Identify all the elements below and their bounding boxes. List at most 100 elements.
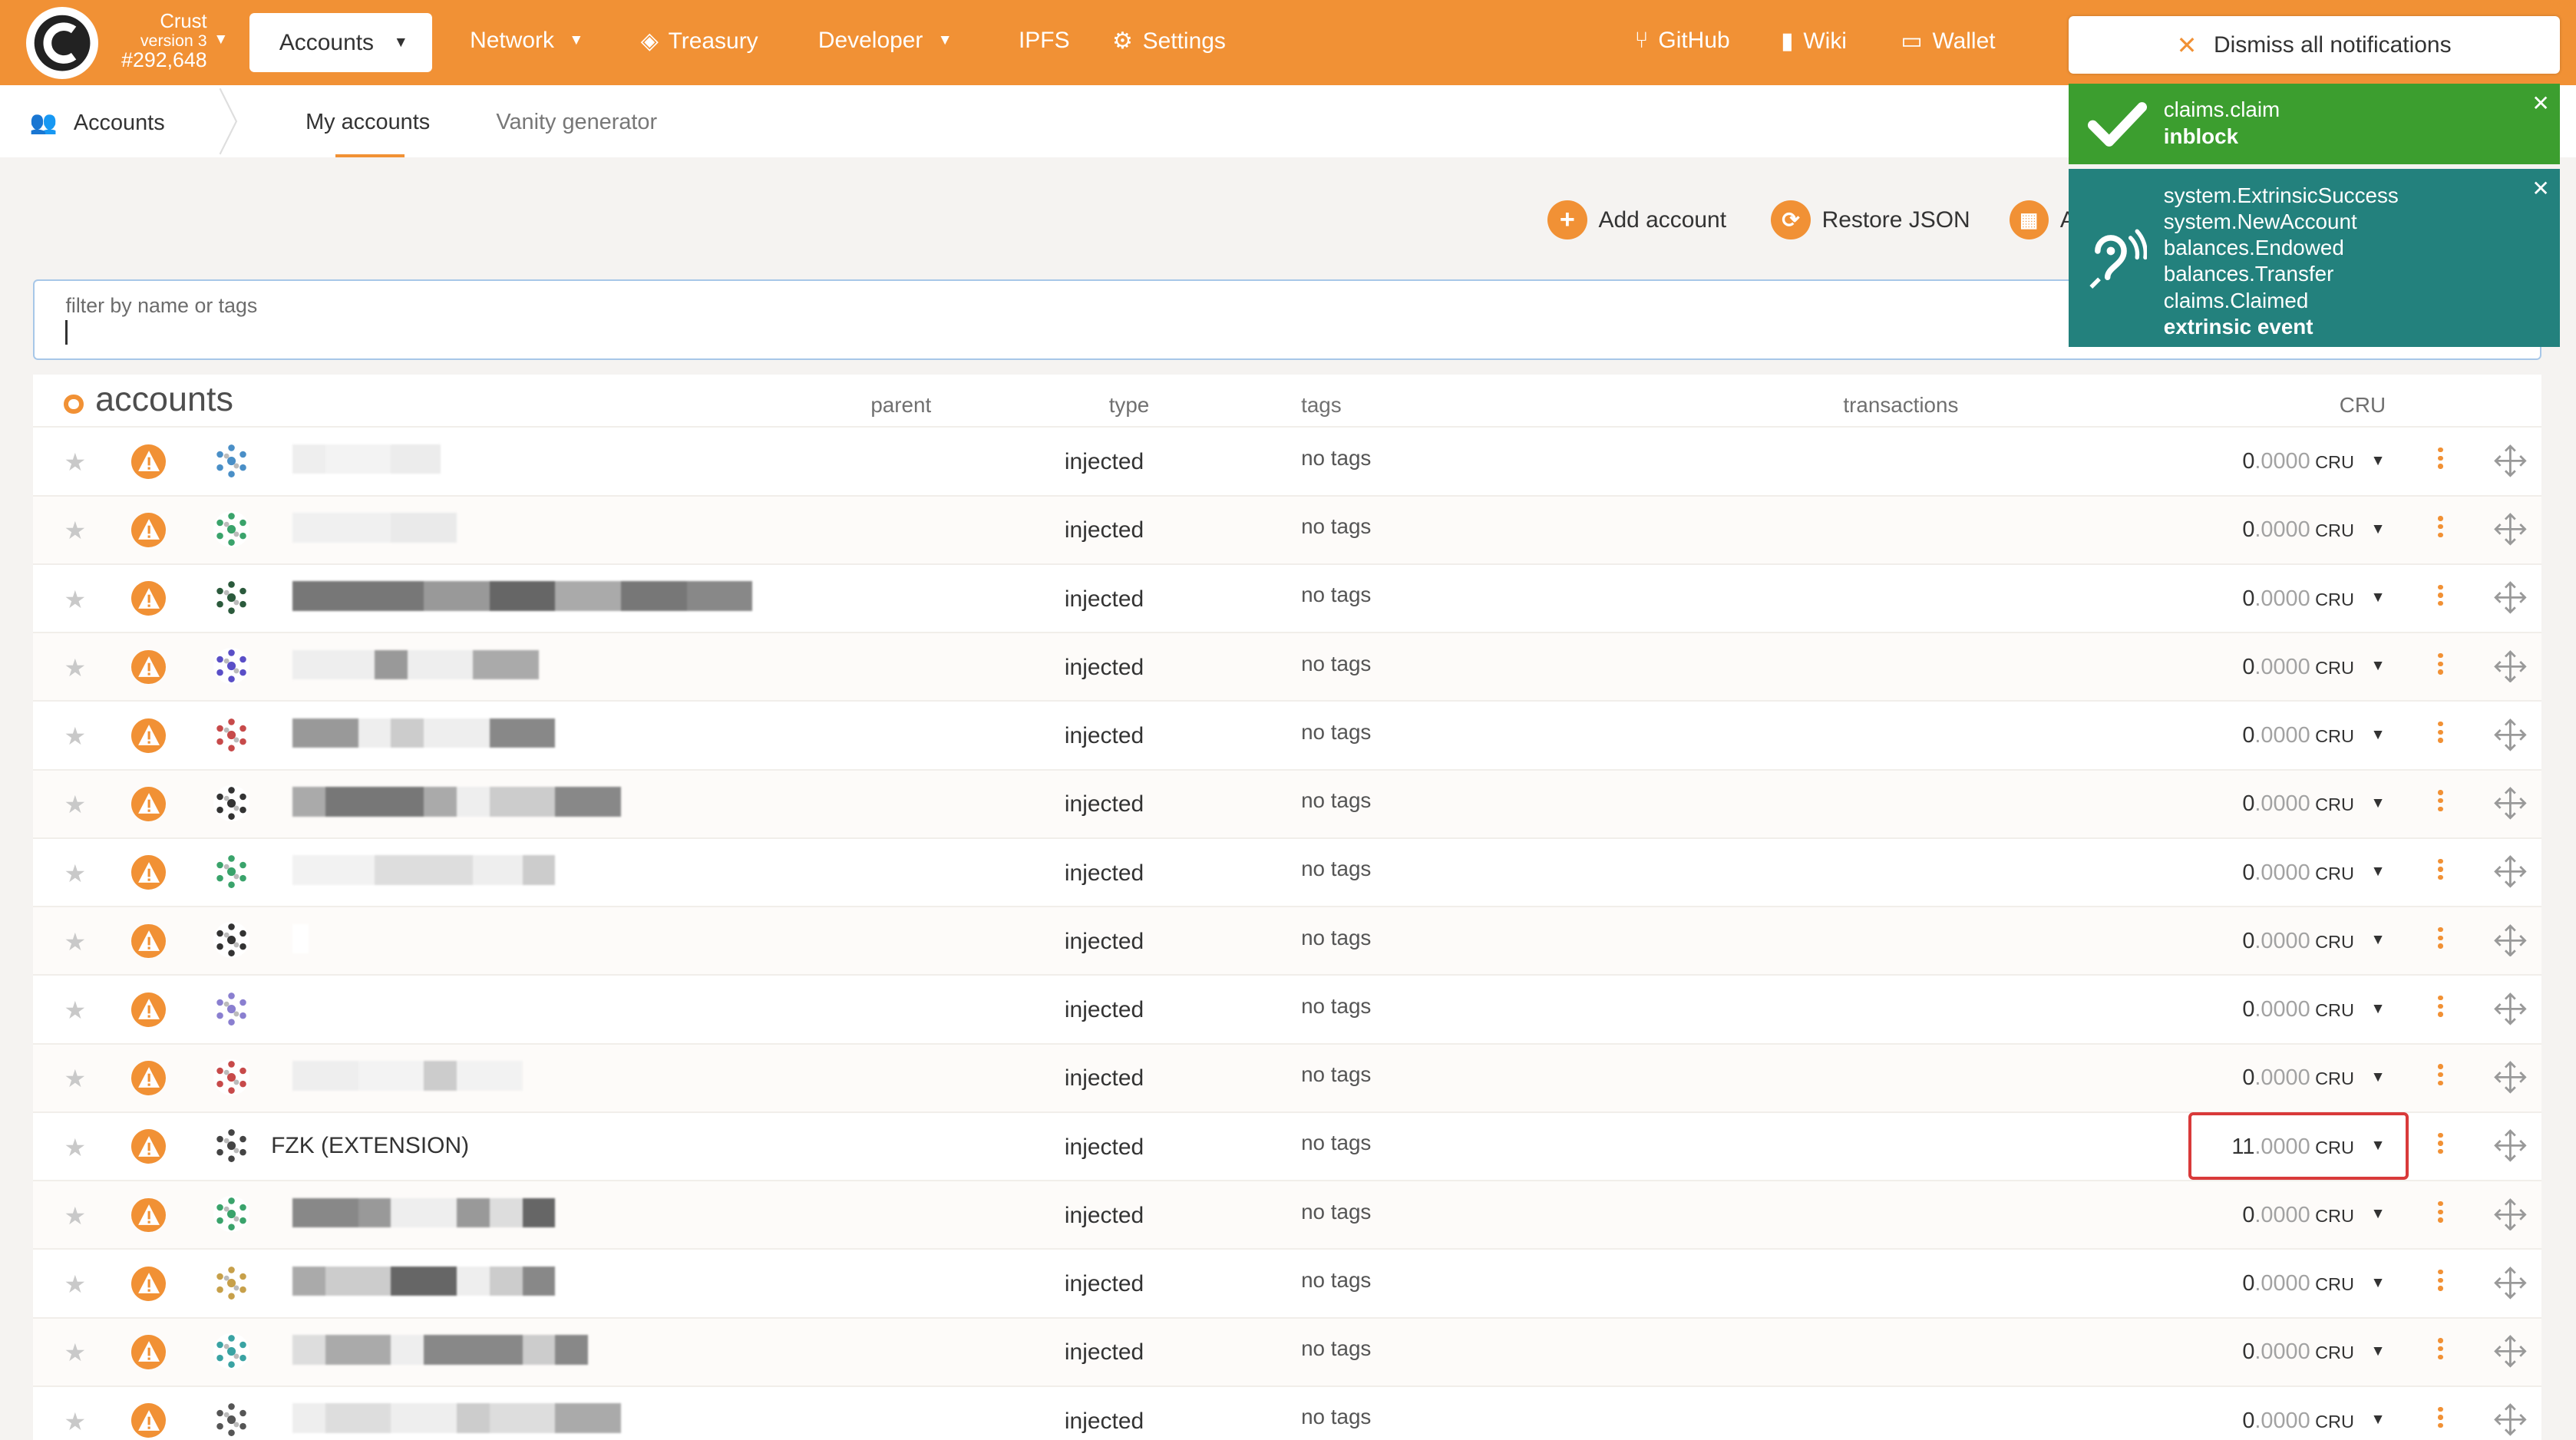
identicon[interactable] xyxy=(213,1128,250,1164)
account-tags[interactable]: no tags xyxy=(1301,514,1371,539)
move-icon[interactable] xyxy=(2494,1266,2527,1300)
account-tags[interactable]: no tags xyxy=(1301,652,1371,676)
move-icon[interactable] xyxy=(2494,581,2527,614)
account-tags[interactable]: no tags xyxy=(1301,1268,1371,1293)
chevron-down-icon[interactable]: ▼ xyxy=(2370,1412,2385,1428)
account-balance[interactable]: 0.0000 CRU xyxy=(2242,997,2354,1022)
move-icon[interactable] xyxy=(2494,649,2527,683)
chevron-down-icon[interactable]: ▼ xyxy=(2370,795,2385,812)
account-tags[interactable]: no tags xyxy=(1301,788,1371,813)
star-icon[interactable]: ★ xyxy=(64,1338,86,1367)
nav-wiki[interactable]: ▮ Wiki xyxy=(1781,28,1847,54)
more-options-icon[interactable] xyxy=(2438,722,2445,746)
star-icon[interactable]: ★ xyxy=(64,1064,86,1093)
chevron-down-icon[interactable]: ▼ xyxy=(2370,1001,2385,1018)
star-icon[interactable]: ★ xyxy=(64,1201,86,1230)
close-icon[interactable]: ✕ xyxy=(2531,91,2549,117)
nav-accounts[interactable]: Accounts ▼ xyxy=(249,13,432,73)
account-balance[interactable]: 0.0000 CRU xyxy=(2242,791,2354,817)
add-account-button[interactable]: + Add account xyxy=(1547,199,1726,242)
breadcrumb[interactable]: 👥 Accounts xyxy=(30,110,165,136)
account-balance[interactable]: 0.0000 CRU xyxy=(2242,655,2354,680)
more-options-icon[interactable] xyxy=(2438,790,2445,814)
chevron-down-icon[interactable]: ▼ xyxy=(2370,727,2385,744)
star-icon[interactable]: ★ xyxy=(64,722,86,751)
identicon[interactable] xyxy=(213,580,250,616)
account-tags[interactable]: no tags xyxy=(1301,926,1371,950)
move-icon[interactable] xyxy=(2494,855,2527,888)
identicon[interactable] xyxy=(213,716,250,753)
identicon[interactable] xyxy=(213,1059,250,1095)
move-icon[interactable] xyxy=(2494,992,2527,1026)
identicon[interactable] xyxy=(213,784,250,821)
chevron-down-icon[interactable]: ▼ xyxy=(2370,658,2385,675)
tab-vanity-generator[interactable]: Vanity generator xyxy=(496,110,657,135)
star-icon[interactable]: ★ xyxy=(64,585,86,614)
more-options-icon[interactable] xyxy=(2438,516,2445,540)
star-icon[interactable]: ★ xyxy=(64,1270,86,1299)
nav-network[interactable]: Network ▼ xyxy=(470,28,583,54)
qr-button[interactable]: ▦ A xyxy=(2009,199,2076,242)
account-tags[interactable]: no tags xyxy=(1301,1405,1371,1429)
restore-json-button[interactable]: ⟳ Restore JSON xyxy=(1771,199,1970,242)
account-tags[interactable]: no tags xyxy=(1301,1336,1371,1361)
star-icon[interactable]: ★ xyxy=(64,790,86,819)
more-options-icon[interactable] xyxy=(2438,1201,2445,1226)
more-options-icon[interactable] xyxy=(2438,1406,2445,1432)
move-icon[interactable] xyxy=(2494,1335,2527,1368)
account-balance[interactable]: 0.0000 CRU xyxy=(2242,1203,2354,1228)
chevron-down-icon[interactable]: ▼ xyxy=(2370,521,2385,538)
account-tags[interactable]: no tags xyxy=(1301,1200,1371,1224)
identicon[interactable] xyxy=(213,442,250,479)
star-icon[interactable]: ★ xyxy=(64,516,86,545)
chevron-down-icon[interactable]: ▼ xyxy=(2370,1069,2385,1086)
star-icon[interactable]: ★ xyxy=(64,448,86,477)
account-tags[interactable]: no tags xyxy=(1301,1062,1371,1087)
chevron-down-icon[interactable]: ▼ xyxy=(2370,932,2385,949)
chevron-down-icon[interactable]: ▼ xyxy=(213,31,228,48)
chevron-down-icon[interactable]: ▼ xyxy=(2370,1206,2385,1223)
dismiss-all-button[interactable]: ✕ Dismiss all notifications xyxy=(2068,16,2560,74)
chevron-down-icon[interactable]: ▼ xyxy=(2370,590,2385,606)
identicon[interactable] xyxy=(213,922,250,959)
account-balance[interactable]: 0.0000 CRU xyxy=(2242,860,2354,886)
close-icon[interactable]: ✕ xyxy=(2531,176,2549,202)
move-icon[interactable] xyxy=(2494,1403,2527,1436)
more-options-icon[interactable] xyxy=(2438,1338,2445,1362)
more-options-icon[interactable] xyxy=(2438,858,2445,883)
nav-treasury[interactable]: ◈ Treasury xyxy=(641,28,758,54)
account-tags[interactable]: no tags xyxy=(1301,720,1371,745)
nav-ipfs[interactable]: IPFS xyxy=(1019,28,1070,54)
identicon[interactable] xyxy=(213,854,250,890)
account-balance[interactable]: 0.0000 CRU xyxy=(2242,1065,2354,1091)
star-icon[interactable]: ★ xyxy=(64,1407,86,1436)
more-options-icon[interactable] xyxy=(2438,1064,2445,1088)
filter-input[interactable] xyxy=(64,320,1050,350)
more-options-icon[interactable] xyxy=(2438,448,2445,472)
account-balance[interactable]: 0.0000 CRU xyxy=(2242,929,2354,954)
chevron-down-icon[interactable]: ▼ xyxy=(2370,453,2385,470)
crust-logo[interactable] xyxy=(26,6,99,79)
more-options-icon[interactable] xyxy=(2438,926,2445,952)
star-icon[interactable]: ★ xyxy=(64,653,86,682)
identicon[interactable] xyxy=(213,990,250,1027)
account-balance[interactable]: 0.0000 CRU xyxy=(2242,1339,2354,1365)
account-balance[interactable]: 0.0000 CRU xyxy=(2242,517,2354,543)
move-icon[interactable] xyxy=(2494,923,2527,957)
account-balance[interactable]: 0.0000 CRU xyxy=(2242,449,2354,474)
nav-developer[interactable]: Developer ▼ xyxy=(818,28,953,54)
tab-my-accounts[interactable]: My accounts xyxy=(305,110,430,135)
account-name[interactable]: FZK (EXTENSION) xyxy=(271,1133,469,1159)
star-icon[interactable]: ★ xyxy=(64,859,86,888)
identicon[interactable] xyxy=(213,1402,250,1438)
chevron-down-icon[interactable]: ▼ xyxy=(2370,1275,2385,1292)
account-balance[interactable]: 0.0000 CRU xyxy=(2242,1271,2354,1296)
move-icon[interactable] xyxy=(2494,444,2527,477)
more-options-icon[interactable] xyxy=(2438,584,2445,609)
more-options-icon[interactable] xyxy=(2438,652,2445,678)
move-icon[interactable] xyxy=(2494,718,2527,751)
nav-github[interactable]: ⑂ GitHub xyxy=(1635,28,1730,54)
move-icon[interactable] xyxy=(2494,1061,2527,1094)
move-icon[interactable] xyxy=(2494,1129,2527,1162)
move-icon[interactable] xyxy=(2494,513,2527,546)
